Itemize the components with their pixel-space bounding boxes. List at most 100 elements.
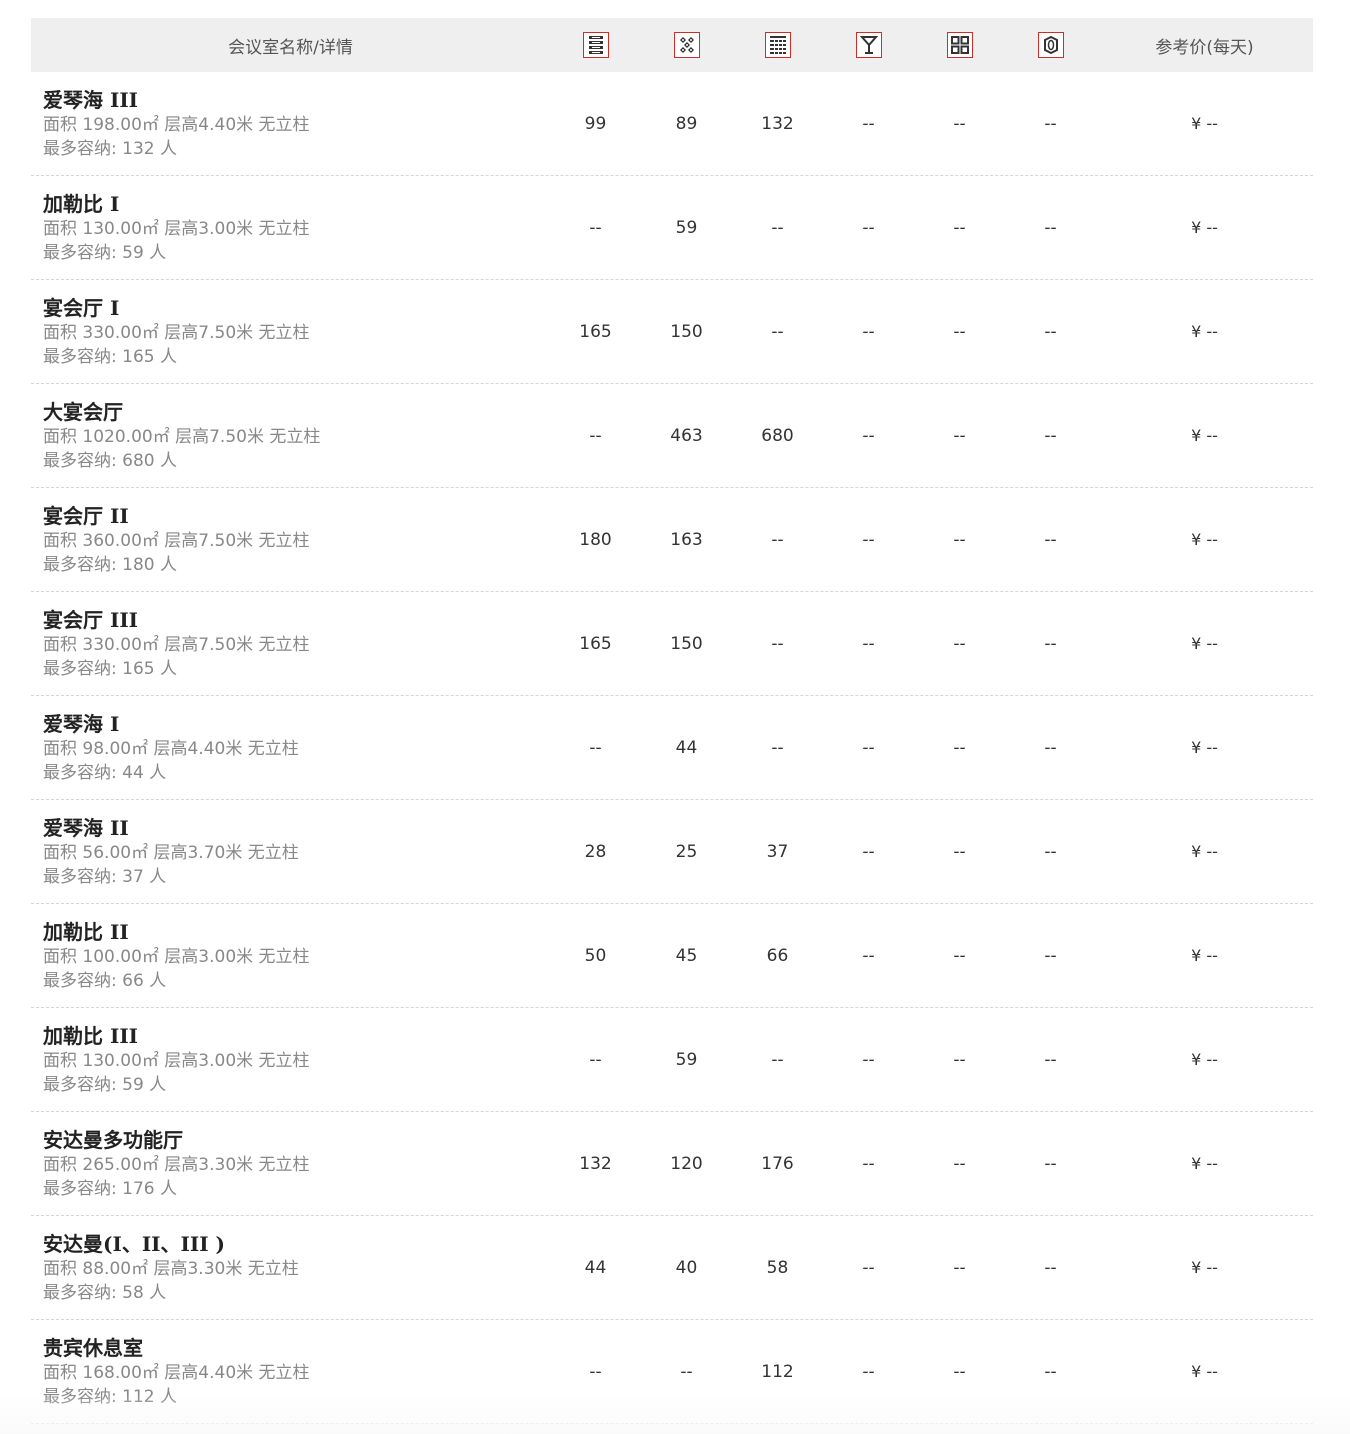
capacity-cell: 132 bbox=[761, 113, 794, 134]
room-info: 爱琴海 I 面积 98.00㎡ 层高4.40米 无立柱 最多容纳: 44 人 bbox=[31, 711, 550, 785]
price-cell: ¥ -- bbox=[1191, 218, 1218, 237]
capacity-cell: -- bbox=[953, 945, 966, 966]
header-name-column: 会议室名称/详情 bbox=[228, 37, 353, 58]
theater-layout-icon bbox=[582, 32, 609, 58]
room-info: 安达曼(I、II、III ) 面积 88.00㎡ 层高3.30米 无立柱 最多容纳:… bbox=[31, 1231, 550, 1305]
table-row[interactable]: 宴会厅 I 面积 330.00㎡ 层高7.50米 无立柱 最多容纳: 165 人 16… bbox=[31, 280, 1313, 384]
room-info: 加勒比 III 面积 130.00㎡ 层高3.00米 无立柱 最多容纳: 59 人 bbox=[31, 1023, 550, 1097]
capacity-cell: -- bbox=[862, 1153, 875, 1174]
room-info: 宴会厅 III 面积 330.00㎡ 层高7.50米 无立柱 最多容纳: 165 人 bbox=[31, 607, 550, 681]
capacity-cell: 45 bbox=[675, 945, 698, 966]
room-detail: 面积 56.00㎡ 层高3.70米 无立柱 bbox=[43, 842, 299, 863]
capacity-cell: -- bbox=[771, 737, 784, 758]
capacity-cell: -- bbox=[1044, 1153, 1057, 1174]
capacity-cell: 99 bbox=[584, 113, 607, 134]
capacity-cell: -- bbox=[1044, 1257, 1057, 1278]
table-row[interactable]: 加勒比 II 面积 100.00㎡ 层高3.00米 无立柱 最多容纳: 66 人 50… bbox=[31, 904, 1313, 1008]
room-capacity: 最多容纳: 132 人 bbox=[43, 138, 177, 159]
price-cell: ¥ -- bbox=[1191, 530, 1218, 549]
ushape-layout-icon bbox=[946, 32, 973, 58]
price-cell: ¥ -- bbox=[1191, 1362, 1218, 1381]
room-name[interactable]: 安达曼多功能厅 bbox=[43, 1127, 550, 1153]
room-capacity: 最多容纳: 44 人 bbox=[43, 762, 167, 783]
capacity-cell: 89 bbox=[675, 113, 698, 134]
capacity-cell: -- bbox=[953, 217, 966, 238]
capacity-cell: 176 bbox=[761, 1153, 794, 1174]
capacity-cell: -- bbox=[1044, 529, 1057, 550]
capacity-cell: 150 bbox=[670, 633, 703, 654]
table-row[interactable]: 宴会厅 II 面积 360.00㎡ 层高7.50米 无立柱 最多容纳: 180 人 1… bbox=[31, 488, 1313, 592]
room-info: 爱琴海 III 面积 198.00㎡ 层高4.40米 无立柱 最多容纳: 132 人 bbox=[31, 87, 550, 161]
room-info: 大宴会厅 面积 1020.00㎡ 层高7.50米 无立柱 最多容纳: 680 人 bbox=[31, 399, 550, 473]
price-cell: ¥ -- bbox=[1191, 946, 1218, 965]
price-cell: ¥ -- bbox=[1191, 1050, 1218, 1069]
room-detail: 面积 265.00㎡ 层高3.30米 无立柱 bbox=[43, 1154, 310, 1175]
capacity-cell: -- bbox=[953, 633, 966, 654]
room-capacity: 最多容纳: 180 人 bbox=[43, 554, 177, 575]
capacity-cell: 44 bbox=[675, 737, 698, 758]
room-name[interactable]: 爱琴海 I bbox=[43, 711, 550, 737]
room-name[interactable]: 宴会厅 III bbox=[43, 607, 550, 633]
capacity-cell: -- bbox=[771, 217, 784, 238]
room-name[interactable]: 加勒比 II bbox=[43, 919, 550, 945]
room-capacity: 最多容纳: 37 人 bbox=[43, 866, 167, 887]
price-cell: ¥ -- bbox=[1191, 114, 1218, 133]
room-name[interactable]: 大宴会厅 bbox=[43, 399, 550, 425]
capacity-cell: -- bbox=[589, 1361, 602, 1382]
table-row[interactable]: 加勒比 III 面积 130.00㎡ 层高3.00米 无立柱 最多容纳: 59 人 -… bbox=[31, 1008, 1313, 1112]
capacity-cell: -- bbox=[771, 1049, 784, 1070]
capacity-cell: -- bbox=[1044, 737, 1057, 758]
table-row[interactable]: 爱琴海 III 面积 198.00㎡ 层高4.40米 无立柱 最多容纳: 132 人… bbox=[31, 72, 1313, 176]
table-header: 会议室名称/详情 参考价(每天) bbox=[31, 18, 1313, 72]
room-info: 加勒比 II 面积 100.00㎡ 层高3.00米 无立柱 最多容纳: 66 人 bbox=[31, 919, 550, 993]
capacity-cell: 37 bbox=[766, 841, 789, 862]
table-row[interactable]: 贵宾休息室 面积 168.00㎡ 层高4.40米 无立柱 最多容纳: 112 人 --… bbox=[31, 1320, 1313, 1424]
capacity-cell: -- bbox=[1044, 945, 1057, 966]
room-name[interactable]: 加勒比 I bbox=[43, 191, 550, 217]
room-detail: 面积 1020.00㎡ 层高7.50米 无立柱 bbox=[43, 426, 321, 447]
header-col-classroom bbox=[732, 32, 823, 58]
price-cell: ¥ -- bbox=[1191, 426, 1218, 445]
header-col-theater bbox=[550, 32, 641, 58]
capacity-cell: -- bbox=[862, 113, 875, 134]
room-name[interactable]: 爱琴海 III bbox=[43, 87, 550, 113]
room-name[interactable]: 爱琴海 II bbox=[43, 815, 550, 841]
capacity-cell: -- bbox=[862, 945, 875, 966]
capacity-cell: -- bbox=[1044, 633, 1057, 654]
table-row[interactable]: 宴会厅 III 面积 330.00㎡ 层高7.50米 无立柱 最多容纳: 165 人… bbox=[31, 592, 1313, 696]
table-row[interactable]: 大宴会厅 面积 1020.00㎡ 层高7.50米 无立柱 最多容纳: 680 人 --… bbox=[31, 384, 1313, 488]
capacity-cell: -- bbox=[953, 737, 966, 758]
room-capacity: 最多容纳: 66 人 bbox=[43, 970, 167, 991]
table-row[interactable]: 加勒比 I 面积 130.00㎡ 层高3.00米 无立柱 最多容纳: 59 人 -- 5… bbox=[31, 176, 1313, 280]
room-detail: 面积 98.00㎡ 层高4.40米 无立柱 bbox=[43, 738, 299, 759]
room-name[interactable]: 加勒比 III bbox=[43, 1023, 550, 1049]
table-row[interactable]: 安达曼(I、II、III ) 面积 88.00㎡ 层高3.30米 无立柱 最多容纳:… bbox=[31, 1216, 1313, 1320]
room-name[interactable]: 安达曼(I、II、III ) bbox=[43, 1231, 550, 1257]
capacity-cell: 165 bbox=[579, 633, 612, 654]
room-detail: 面积 130.00㎡ 层高3.00米 无立柱 bbox=[43, 1050, 310, 1071]
table-row[interactable]: 爱琴海 II 面积 56.00㎡ 层高3.70米 无立柱 最多容纳: 37 人 28 2… bbox=[31, 800, 1313, 904]
room-capacity: 最多容纳: 58 人 bbox=[43, 1282, 167, 1303]
table-row[interactable]: 爱琴海 I 面积 98.00㎡ 层高4.40米 无立柱 最多容纳: 44 人 -- 44… bbox=[31, 696, 1313, 800]
capacity-cell: 112 bbox=[761, 1361, 794, 1382]
capacity-cell: -- bbox=[1044, 1361, 1057, 1382]
capacity-cell: 59 bbox=[675, 1049, 698, 1070]
room-capacity: 最多容纳: 176 人 bbox=[43, 1178, 177, 1199]
room-name[interactable]: 贵宾休息室 bbox=[43, 1335, 550, 1361]
table-row[interactable]: 安达曼多功能厅 面积 265.00㎡ 层高3.30米 无立柱 最多容纳: 176 人… bbox=[31, 1112, 1313, 1216]
capacity-cell: -- bbox=[862, 841, 875, 862]
capacity-cell: 40 bbox=[675, 1257, 698, 1278]
room-info: 加勒比 I 面积 130.00㎡ 层高3.00米 无立柱 最多容纳: 59 人 bbox=[31, 191, 550, 265]
capacity-cell: -- bbox=[1044, 1049, 1057, 1070]
capacity-cell: -- bbox=[953, 841, 966, 862]
capacity-cell: -- bbox=[589, 425, 602, 446]
room-name[interactable]: 宴会厅 I bbox=[43, 295, 550, 321]
capacity-cell: -- bbox=[953, 1257, 966, 1278]
capacity-cell: 463 bbox=[670, 425, 703, 446]
price-cell: ¥ -- bbox=[1191, 634, 1218, 653]
room-name[interactable]: 宴会厅 II bbox=[43, 503, 550, 529]
room-detail: 面积 100.00㎡ 层高3.00米 无立柱 bbox=[43, 946, 310, 967]
room-capacity: 最多容纳: 165 人 bbox=[43, 658, 177, 679]
capacity-cell: 120 bbox=[670, 1153, 703, 1174]
capacity-cell: -- bbox=[862, 1361, 875, 1382]
